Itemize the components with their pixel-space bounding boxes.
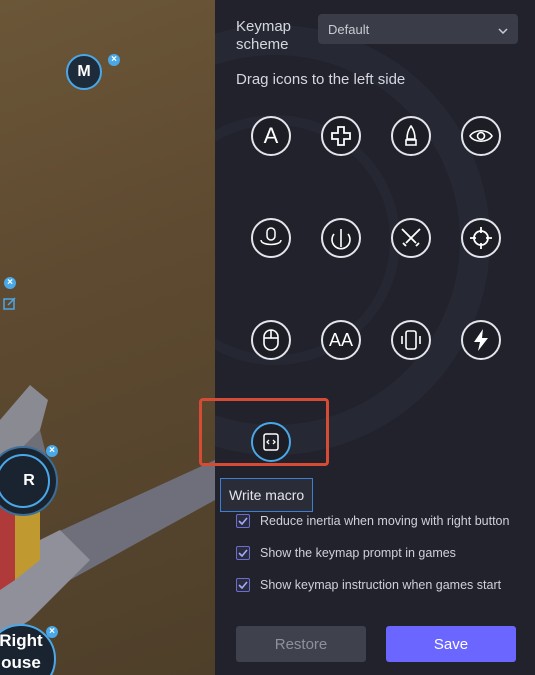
checkbox-reduce-inertia[interactable] xyxy=(236,514,250,528)
text-a-label: A xyxy=(263,123,279,148)
text-aa-icon[interactable]: AA xyxy=(321,320,361,360)
macro-highlight-frame xyxy=(199,398,329,466)
option-keymap-instruction-label: Show keymap instruction when games start xyxy=(260,578,502,592)
mouse-rotate-icon[interactable] xyxy=(251,218,291,258)
restore-button[interactable]: Restore xyxy=(236,626,366,662)
dpad-icon[interactable] xyxy=(321,116,361,156)
keymap-scheme-label: Keymap scheme xyxy=(236,18,292,53)
fire-icon[interactable] xyxy=(391,116,431,156)
chevron-down-icon xyxy=(498,22,508,37)
m-key-label: M xyxy=(77,63,91,80)
right-mouse-line2: ouse xyxy=(1,653,41,672)
option-reduce-inertia[interactable]: Reduce inertia when moving with right bu… xyxy=(236,514,509,528)
text-a-icon[interactable]: A xyxy=(251,116,291,156)
option-reduce-inertia-label: Reduce inertia when moving with right bu… xyxy=(260,514,510,528)
option-keymap-instruction[interactable]: Show keymap instruction when games start xyxy=(236,578,501,592)
text-aa-label: AA xyxy=(328,329,353,350)
checkbox-keymap-instruction[interactable] xyxy=(236,578,250,592)
keymap-scheme-select[interactable]: Default xyxy=(318,14,518,44)
crosshair-icon[interactable] xyxy=(461,218,501,258)
keymap-scheme-value: Default xyxy=(328,21,370,37)
lightning-icon[interactable] xyxy=(461,320,501,360)
remove-r-icon[interactable]: × xyxy=(46,445,58,457)
option-keymap-prompt[interactable]: Show the keymap prompt in games xyxy=(236,546,456,560)
remove-right-mouse-icon[interactable]: × xyxy=(46,626,58,638)
write-macro-tooltip: Write macro xyxy=(220,478,314,512)
eye-icon[interactable] xyxy=(461,116,501,156)
r-key-label: R xyxy=(23,472,35,489)
remove-key-icon[interactable]: × xyxy=(4,277,16,289)
phone-rotate-icon[interactable] xyxy=(391,320,431,360)
drag-hint: Drag icons to the left side xyxy=(236,71,406,88)
swords-icon[interactable] xyxy=(391,218,431,258)
remove-m-icon[interactable]: × xyxy=(108,54,120,66)
rotate-icon[interactable] xyxy=(321,218,361,258)
keymap-m-badge[interactable]: M xyxy=(66,54,102,90)
mouse-icon[interactable] xyxy=(251,320,291,360)
save-button[interactable]: Save xyxy=(386,626,516,662)
game-scene xyxy=(0,385,215,640)
option-keymap-prompt-label: Show the keymap prompt in games xyxy=(260,546,456,560)
edit-icon[interactable] xyxy=(3,297,16,310)
game-viewport[interactable]: M × × R × Right ouse × xyxy=(0,0,215,675)
checkbox-keymap-prompt[interactable] xyxy=(236,546,250,560)
